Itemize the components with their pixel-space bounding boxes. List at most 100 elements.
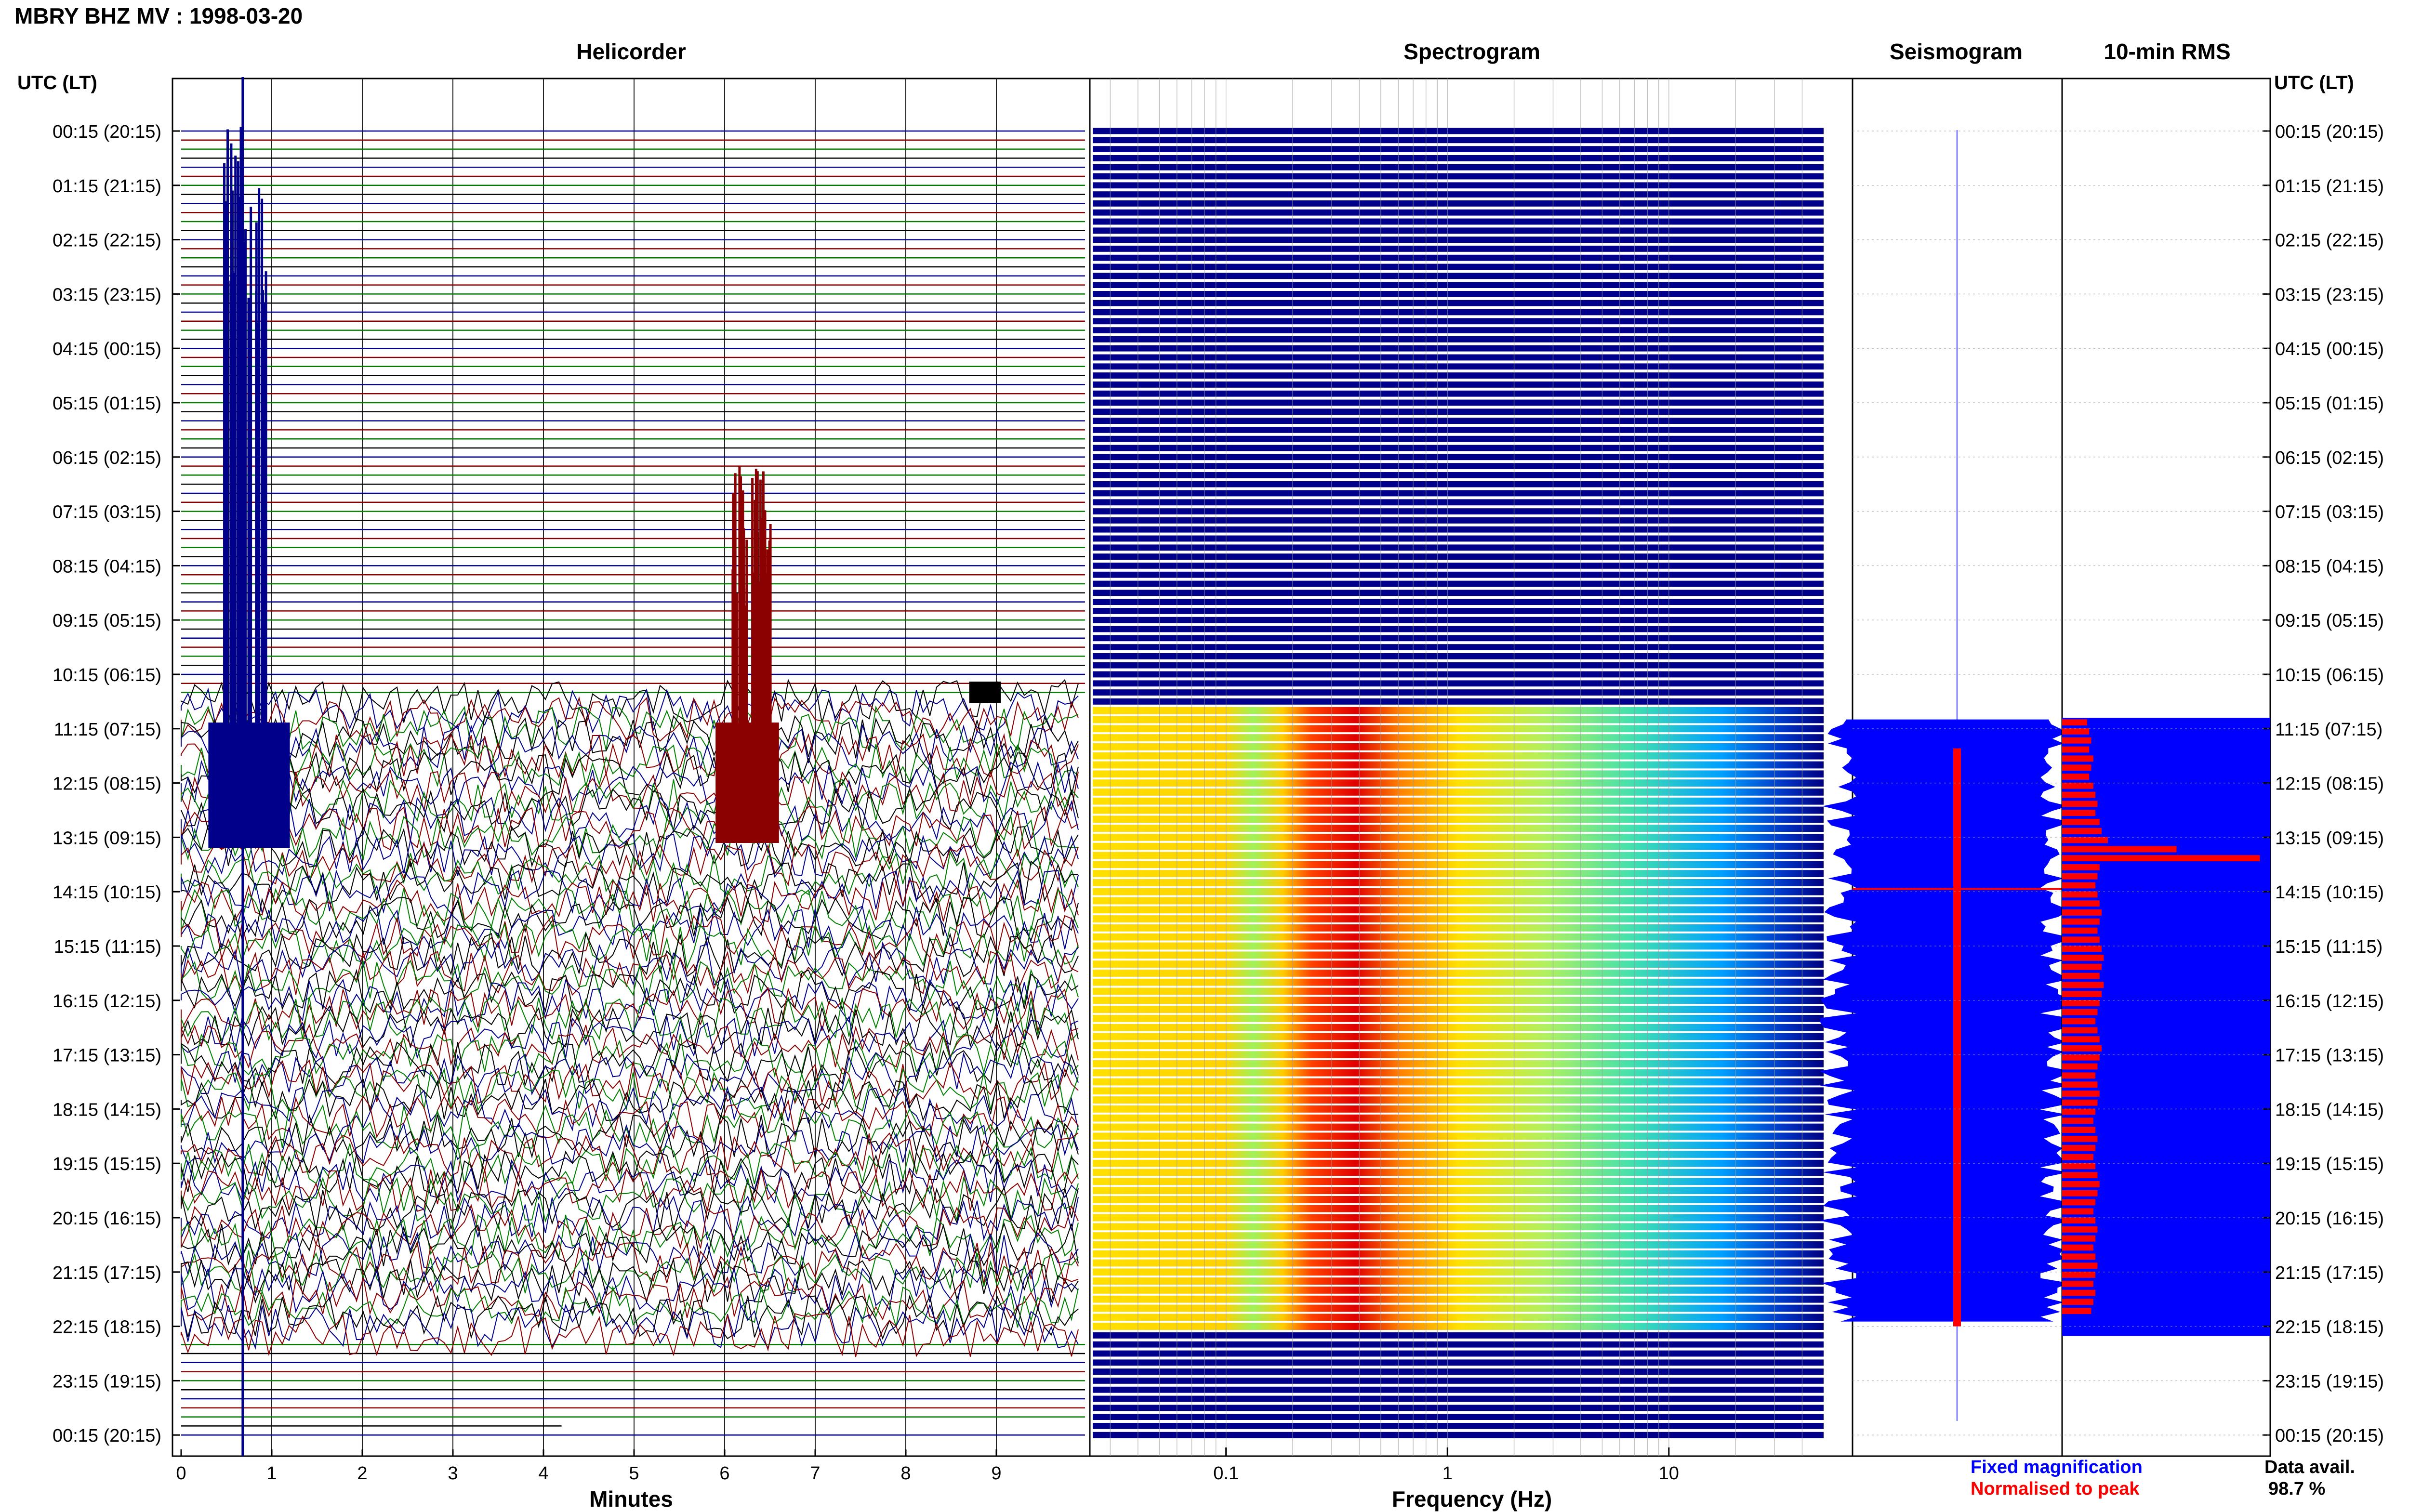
rms-bar xyxy=(2062,1072,2096,1079)
rms-bar xyxy=(2062,1027,2098,1034)
rms-bar xyxy=(2062,828,2102,834)
rms-bar xyxy=(2062,1118,2093,1124)
rms-bar xyxy=(2062,737,2091,744)
rms-bar xyxy=(2062,1127,2096,1133)
seismic-chart: 0 1 2 3 4 5 6 7 8 9 0.1 1 10 00:15 (20:15) 00:15 (20:1… xyxy=(53,77,2384,1484)
rms-bar xyxy=(2062,982,2104,988)
rms-bar xyxy=(2062,1063,2098,1070)
spectrogram-row xyxy=(1093,336,1824,342)
spectrogram-row xyxy=(1093,743,1824,750)
spectrogram-row xyxy=(1093,490,1824,497)
time-label-left: 21:15 (17:15) xyxy=(53,1263,161,1283)
spectrogram-row xyxy=(1093,789,1824,796)
rms-bar xyxy=(2062,746,2090,753)
helicorder-tick-label: 9 xyxy=(991,1463,1001,1484)
time-label-left: 10:15 (06:15) xyxy=(53,665,161,685)
spectrogram-row xyxy=(1093,363,1824,370)
spectrogram-row xyxy=(1093,725,1824,733)
time-label-right: 05:15 (01:15) xyxy=(2275,394,2384,414)
time-label-left: 07:15 (03:15) xyxy=(53,502,161,523)
spectrogram-row xyxy=(1093,698,1824,705)
rms-bar xyxy=(2062,1136,2098,1142)
spectrogram-row xyxy=(1093,164,1824,171)
rms-bar xyxy=(2062,846,2177,853)
helicorder-panel: 0 1 2 3 4 5 6 7 8 9 xyxy=(172,77,1091,1484)
spectrogram-row xyxy=(1093,1169,1824,1176)
rms-bar xyxy=(2062,791,2096,798)
spectrogram-row xyxy=(1093,707,1824,714)
spectrogram-row xyxy=(1093,227,1824,234)
time-label-left: 00:15 (20:15) xyxy=(53,122,161,142)
rms-bar xyxy=(2062,955,2104,961)
time-label-left: 12:15 (08:15) xyxy=(53,774,161,794)
spectrogram-row xyxy=(1093,1323,1824,1330)
spectrogram-row xyxy=(1093,218,1824,225)
spectrogram-row xyxy=(1093,237,1824,243)
rms-bar xyxy=(2062,1190,2098,1196)
spectrogram-row xyxy=(1093,1178,1824,1185)
spectrogram-row xyxy=(1093,970,1824,977)
time-label-left: 02:15 (22:15) xyxy=(53,231,161,251)
time-label-left: 16:15 (12:15) xyxy=(53,991,161,1012)
spectrogram-row xyxy=(1093,942,1824,950)
spectrogram-row xyxy=(1093,173,1824,180)
rms-bar xyxy=(2062,1299,2093,1305)
spectrogram-row xyxy=(1093,870,1824,877)
spectrogram-row xyxy=(1093,797,1824,805)
time-label-right: 09:15 (05:15) xyxy=(2275,611,2384,631)
spectrogram-row xyxy=(1093,978,1824,986)
time-label-left: 11:15 (07:15) xyxy=(54,720,161,740)
spectrogram-row xyxy=(1093,1386,1824,1393)
time-label-right: 22:15 (18:15) xyxy=(2275,1317,2384,1338)
rms-bar xyxy=(2062,774,2090,780)
rms-bar xyxy=(2062,764,2091,771)
spectrogram-row xyxy=(1093,1205,1824,1212)
rms-bar xyxy=(2062,819,2100,825)
seismogram-panel xyxy=(1819,78,2071,1457)
spectrogram-row xyxy=(1093,924,1824,932)
rms-bar xyxy=(2062,1054,2100,1061)
spectrogram-row xyxy=(1093,1341,1824,1348)
spectrogram-row xyxy=(1093,273,1824,279)
spectrogram-row xyxy=(1093,209,1824,216)
spectrogram-row xyxy=(1093,137,1824,144)
spectrogram-tick-label: 10 xyxy=(1659,1463,1679,1484)
rms-bar xyxy=(2062,873,2098,880)
rms-bar xyxy=(2062,782,2093,789)
rms-bar xyxy=(2062,1181,2100,1187)
rms-bar xyxy=(2062,927,2098,934)
rms-bar xyxy=(2062,810,2096,816)
spectrogram-row xyxy=(1093,951,1824,959)
time-label-left: 14:15 (10:15) xyxy=(53,882,161,903)
spectrogram-row xyxy=(1093,1132,1824,1140)
spectrogram-row xyxy=(1093,825,1824,832)
helicorder-tick-label: 5 xyxy=(629,1463,639,1484)
spectrogram-row xyxy=(1093,671,1824,678)
spectrogram-row xyxy=(1093,300,1824,306)
spectrogram-row xyxy=(1093,463,1824,469)
spectrogram-row xyxy=(1093,571,1824,578)
spectrogram-row xyxy=(1093,128,1824,134)
spectrogram-row xyxy=(1093,354,1824,361)
spectrogram-row xyxy=(1093,1105,1824,1113)
spectrogram-row xyxy=(1093,879,1824,886)
spectrogram-row xyxy=(1093,861,1824,868)
spectrogram-row xyxy=(1093,1114,1824,1122)
spectrogram-row xyxy=(1093,1033,1824,1040)
rms-bar xyxy=(2062,1208,2093,1215)
time-label-left: 01:15 (21:15) xyxy=(53,176,161,197)
spectrogram-row xyxy=(1093,653,1824,659)
time-label-left: 18:15 (14:15) xyxy=(53,1100,161,1120)
time-label-right: 11:15 (07:15) xyxy=(2275,720,2383,740)
spectrogram-row xyxy=(1093,761,1824,769)
spectrogram-row xyxy=(1093,1042,1824,1050)
time-label-left: 04:15 (00:15) xyxy=(53,339,161,359)
time-label-left: 06:15 (02:15) xyxy=(53,448,161,468)
time-label-left: 15:15 (11:15) xyxy=(54,937,161,957)
rms-bar xyxy=(2062,1144,2096,1151)
spectrogram-row xyxy=(1093,906,1824,914)
helicorder-tick-label: 3 xyxy=(448,1463,458,1484)
rms-bar xyxy=(2062,882,2096,889)
rms-bar xyxy=(2062,918,2100,925)
rms-bar xyxy=(2062,728,2090,735)
